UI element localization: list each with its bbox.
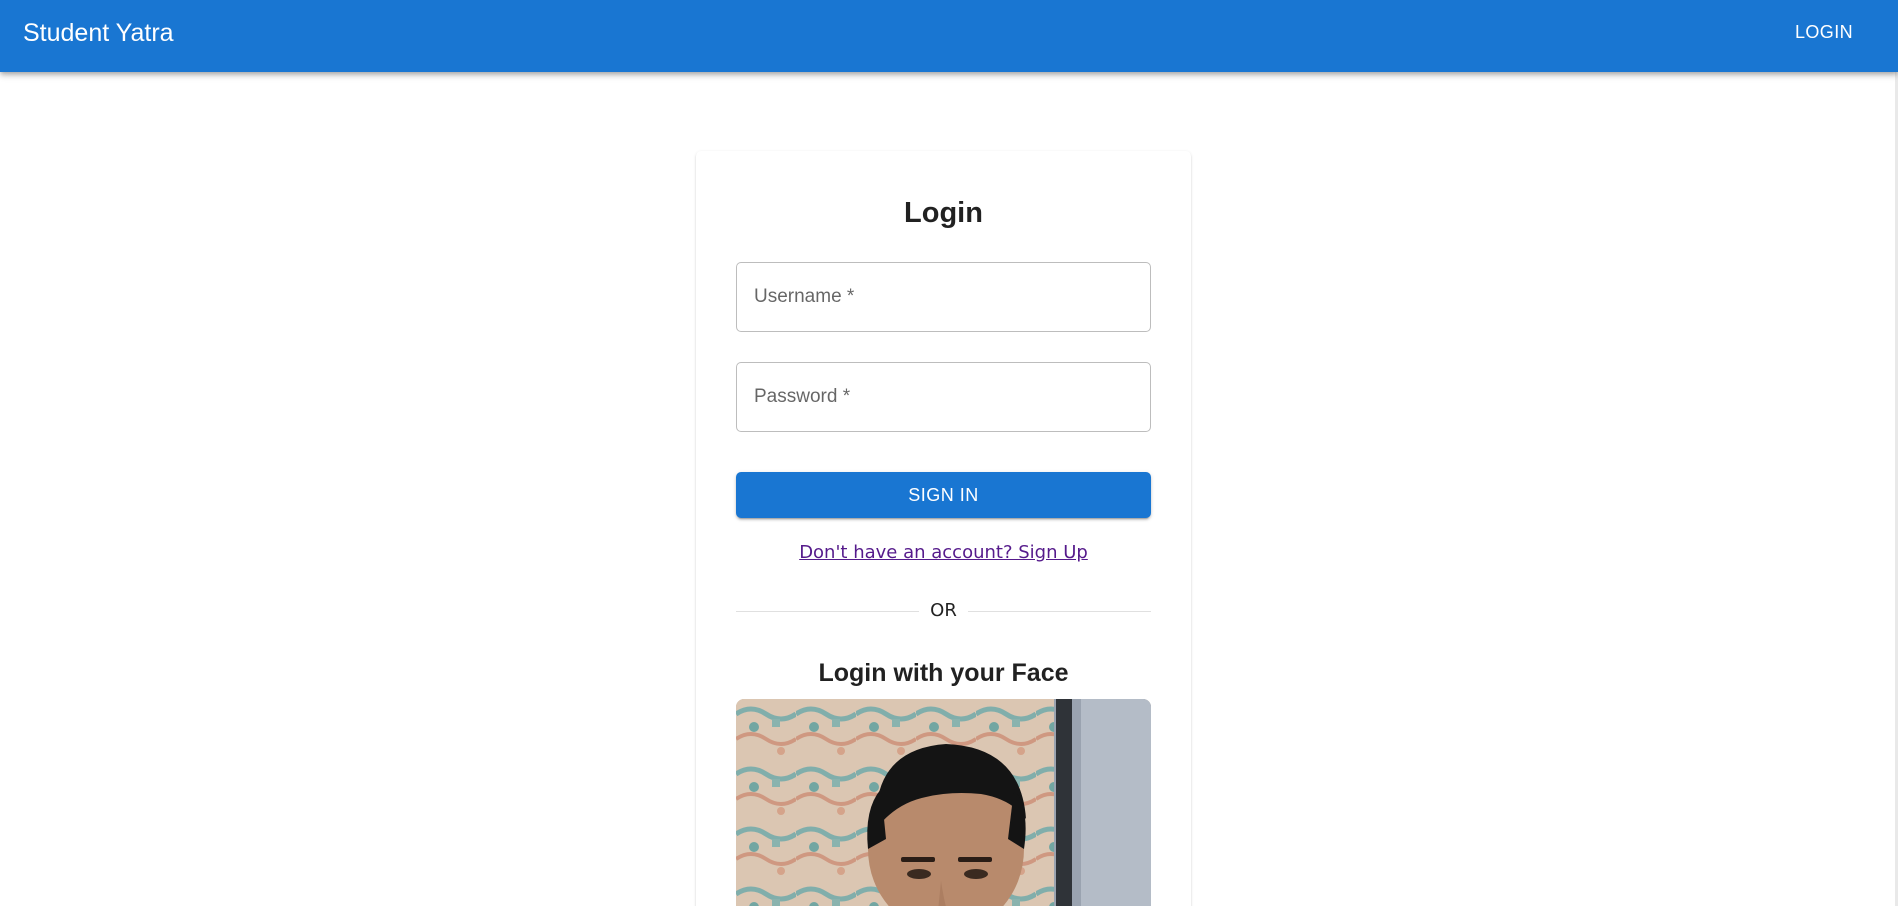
password-field: [736, 362, 1151, 432]
app-bar: Student Yatra LOGIN: [0, 0, 1898, 72]
signup-link[interactable]: Don't have an account? Sign Up: [799, 542, 1088, 563]
app-title: Student Yatra: [23, 19, 174, 47]
divider-text: OR: [930, 600, 957, 621]
password-input[interactable]: [737, 363, 1150, 431]
page: Student Yatra LOGIN Login SIGN IN Don't …: [0, 0, 1898, 906]
login-card: Login SIGN IN Don't have an account? Sig…: [696, 151, 1191, 906]
face-login-title: Login with your Face: [818, 659, 1069, 687]
nav-login-button[interactable]: LOGIN: [1782, 17, 1866, 47]
username-field: [736, 262, 1151, 332]
signup-link-container: Don't have an account? Sign Up: [696, 540, 1191, 566]
divider-line-left: [736, 611, 919, 612]
webcam-image: [736, 699, 1151, 906]
or-divider: OR: [736, 598, 1151, 624]
username-input[interactable]: [737, 263, 1150, 331]
webcam-feed: [736, 699, 1151, 906]
divider-line-right: [968, 611, 1151, 612]
login-title: Login: [904, 197, 983, 229]
sign-in-button[interactable]: SIGN IN: [736, 472, 1151, 518]
